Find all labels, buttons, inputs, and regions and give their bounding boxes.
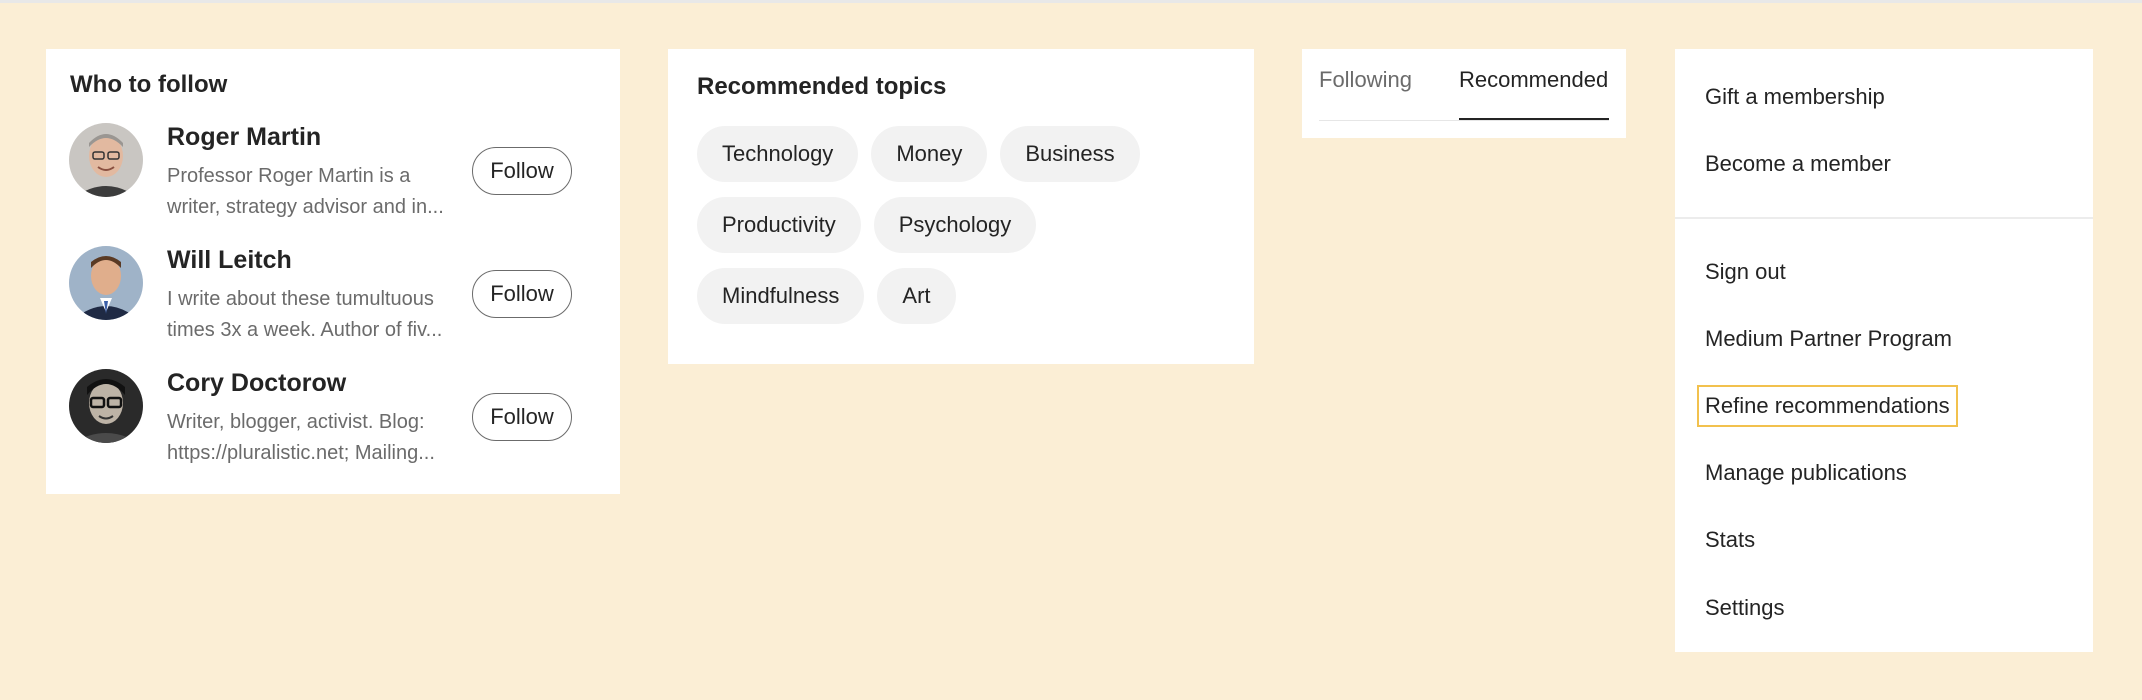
follow-button[interactable]: Follow	[472, 147, 572, 195]
recommended-topics-title: Recommended topics	[697, 73, 947, 100]
tab-recommended[interactable]: Recommended	[1459, 67, 1608, 93]
menu-item-partner-program[interactable]: Medium Partner Program	[1705, 326, 1952, 352]
topic-chip-mindfulness[interactable]: Mindfulness	[697, 268, 865, 324]
menu-item-refine-recommendations[interactable]: Refine recommendations	[1697, 385, 1958, 427]
menu-item-gift-membership[interactable]: Gift a membership	[1705, 84, 1885, 110]
topic-chip-row: Productivity Psychology	[697, 197, 1237, 253]
menu-item-become-member[interactable]: Become a member	[1705, 151, 1891, 177]
topic-chip-list: Technology Money Business Productivity P…	[697, 126, 1237, 339]
person-description-line: I write about these tumultuous	[167, 288, 434, 310]
user-menu: Gift a membership Become a member Sign o…	[1675, 49, 2093, 652]
follow-suggestion-will-leitch: Will Leitch I write about these tumultuo…	[46, 246, 620, 366]
person-description-line: times 3x a week. Author of fiv...	[167, 319, 443, 341]
follow-suggestion-roger-martin: Roger Martin Professor Roger Martin is a…	[46, 123, 620, 243]
avatar[interactable]	[69, 123, 143, 197]
follow-button[interactable]: Follow	[472, 393, 572, 441]
tab-following[interactable]: Following	[1319, 67, 1412, 93]
active-tab-indicator	[1459, 118, 1609, 120]
follow-button[interactable]: Follow	[472, 270, 572, 318]
avatar[interactable]	[69, 246, 143, 320]
avatar[interactable]	[69, 369, 143, 443]
person-name[interactable]: Will Leitch	[167, 246, 292, 275]
menu-divider	[1675, 217, 2093, 219]
topic-chip-business[interactable]: Business	[1000, 126, 1140, 182]
menu-item-settings[interactable]: Settings	[1705, 595, 1785, 621]
topic-chip-row: Mindfulness Art	[697, 268, 1237, 324]
topic-chip-row: Technology Money Business	[697, 126, 1237, 182]
person-description: Writer, blogger, activist. Blog: https:/…	[167, 407, 457, 469]
top-border	[0, 0, 2142, 3]
person-description-line: writer, strategy advisor and in...	[167, 196, 444, 218]
person-description-line: https://pluralistic.net; Mailing...	[167, 442, 435, 464]
who-to-follow-title: Who to follow	[70, 71, 228, 98]
person-description-line: Writer, blogger, activist. Blog:	[167, 411, 425, 433]
person-description-line: Professor Roger Martin is a	[167, 165, 411, 187]
feed-tabs: Following Recommended	[1302, 49, 1626, 138]
topic-chip-money[interactable]: Money	[871, 126, 988, 182]
person-description: I write about these tumultuous times 3x …	[167, 284, 457, 346]
menu-item-sign-out[interactable]: Sign out	[1705, 259, 1786, 285]
recommended-topics-panel: Recommended topics Technology Money Busi…	[668, 49, 1254, 364]
who-to-follow-panel: Who to follow Roger Martin Professor Rog…	[46, 49, 620, 494]
topic-chip-art[interactable]: Art	[877, 268, 956, 324]
topic-chip-technology[interactable]: Technology	[697, 126, 859, 182]
person-name[interactable]: Cory Doctorow	[167, 369, 346, 398]
follow-suggestion-cory-doctorow: Cory Doctorow Writer, blogger, activist.…	[46, 369, 620, 489]
person-description: Professor Roger Martin is a writer, stra…	[167, 161, 457, 223]
person-name[interactable]: Roger Martin	[167, 123, 321, 152]
topic-chip-psychology[interactable]: Psychology	[873, 197, 1037, 253]
menu-item-stats[interactable]: Stats	[1705, 527, 1755, 553]
topic-chip-productivity[interactable]: Productivity	[697, 197, 861, 253]
tab-baseline	[1319, 120, 1609, 121]
menu-item-manage-publications[interactable]: Manage publications	[1705, 460, 1907, 486]
